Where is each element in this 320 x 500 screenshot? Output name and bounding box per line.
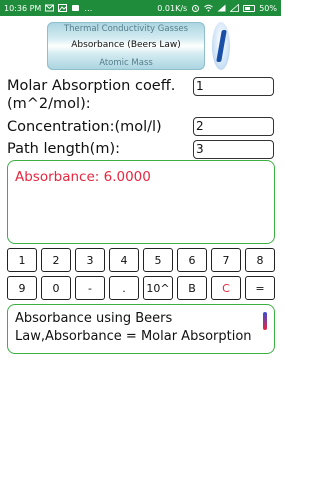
key-7[interactable]: 7 bbox=[211, 248, 241, 272]
key-1[interactable]: 1 bbox=[7, 248, 37, 272]
description-scrollbar[interactable] bbox=[263, 312, 267, 330]
picker-selected-item[interactable]: Absorbance (Beers Law) bbox=[47, 40, 205, 50]
key-decimal[interactable]: . bbox=[109, 276, 139, 300]
picker-next-item[interactable]: Atomic Mass bbox=[47, 58, 205, 68]
concentration-input[interactable]: 2 bbox=[193, 117, 274, 136]
key-9[interactable]: 9 bbox=[7, 276, 37, 300]
signal-2-icon bbox=[229, 3, 240, 12]
more-icon: … bbox=[84, 3, 93, 13]
path-length-input[interactable]: 3 bbox=[193, 140, 274, 159]
key-0[interactable]: 0 bbox=[41, 276, 71, 300]
picker-prev-item[interactable]: Thermal Conductivity Gasses bbox=[47, 24, 205, 34]
key-clear[interactable]: C bbox=[211, 276, 241, 300]
concentration-label: Concentration:(mol/l) bbox=[7, 119, 162, 135]
info-button[interactable] bbox=[212, 22, 230, 70]
result-box: Absorbance: 6.0000 bbox=[7, 160, 275, 244]
alarm-icon bbox=[191, 4, 200, 12]
signal-icon bbox=[217, 4, 226, 12]
info-icon bbox=[215, 30, 227, 62]
gallery-icon bbox=[58, 4, 68, 12]
key-5[interactable]: 5 bbox=[143, 248, 173, 272]
key-backspace[interactable]: B bbox=[177, 276, 207, 300]
molar-coeff-label: Molar Absorption coeff. (m^2/mol): bbox=[7, 77, 175, 113]
description-box[interactable]: Absorbance using Beers Law,Absorbance = … bbox=[7, 304, 275, 354]
molar-coeff-input[interactable]: 1 bbox=[193, 77, 274, 96]
battery-icon bbox=[243, 4, 256, 12]
key-minus[interactable]: - bbox=[75, 276, 105, 300]
key-8[interactable]: 8 bbox=[245, 248, 275, 272]
result-text: Absorbance: 6.0000 bbox=[15, 169, 151, 185]
wifi-icon bbox=[204, 4, 214, 12]
key-2[interactable]: 2 bbox=[41, 248, 71, 272]
formula-picker[interactable]: Thermal Conductivity Gasses Absorbance (… bbox=[47, 22, 205, 70]
description-text: Absorbance using Beers Law,Absorbance = … bbox=[15, 311, 252, 344]
status-time: 10:36 PM bbox=[4, 3, 42, 13]
notification-icon bbox=[71, 4, 80, 12]
key-4[interactable]: 4 bbox=[109, 248, 139, 272]
molar-coeff-label-line2: (m^2/mol): bbox=[7, 96, 91, 112]
molar-coeff-label-line1: Molar Absorption coeff. bbox=[7, 78, 176, 94]
path-length-label: Path length(m): bbox=[7, 141, 121, 157]
status-bar: 10:36 PM … 0.01K/s 50% bbox=[0, 0, 281, 16]
key-equals[interactable]: = bbox=[245, 276, 275, 300]
key-3[interactable]: 3 bbox=[75, 248, 105, 272]
battery-percent: 50% bbox=[259, 3, 277, 13]
key-6[interactable]: 6 bbox=[177, 248, 207, 272]
key-exponent[interactable]: 10^ bbox=[143, 276, 173, 300]
mail-icon bbox=[45, 4, 55, 12]
network-speed: 0.01K/s bbox=[157, 3, 188, 13]
